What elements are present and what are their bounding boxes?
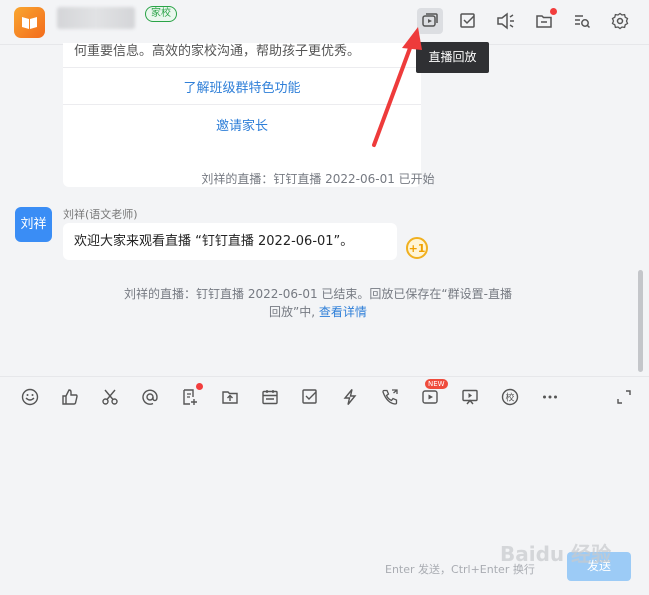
system-message-start: 刘祥的直播：钉钉直播 2022-06-01 已开始 <box>201 172 435 186</box>
live-replay-icon <box>422 13 438 27</box>
school-icon: 校 <box>501 388 519 406</box>
system-end-line2: 回放”中, <box>269 305 316 319</box>
upload-file-button[interactable] <box>219 386 241 408</box>
more-button[interactable] <box>539 386 561 408</box>
screenshot-button[interactable] <box>99 386 121 408</box>
settings-button[interactable] <box>607 8 633 34</box>
school-badge: 家校 <box>145 6 177 22</box>
file-icon <box>536 15 552 28</box>
school-button[interactable]: 校 <box>499 386 521 408</box>
flash-icon <box>343 389 357 405</box>
whiteboard-button[interactable] <box>459 386 481 408</box>
search-history-button[interactable] <box>569 8 595 34</box>
chat-header: 家校 <box>0 0 649 45</box>
message-list[interactable]: 何重要信息。高效的家校沟通，帮助孩子更优秀。 了解班级群特色功能 邀请家长 刘祥… <box>0 43 636 375</box>
notification-dot <box>196 383 203 390</box>
ding-button[interactable] <box>339 386 361 408</box>
system-end-line2-wrap: 回放”中, 查看详情 <box>108 303 528 321</box>
live-replay-button[interactable] <box>417 8 443 34</box>
chat-window: 家校 何重要信息。高效的家校沟通，帮助孩子更优秀。 了解班级群特色功能 邀请家长… <box>0 0 649 595</box>
announcement-button[interactable] <box>493 8 519 34</box>
upload-icon <box>222 391 238 404</box>
notification-dot <box>550 8 557 15</box>
mention-icon <box>142 389 158 405</box>
card-divider <box>63 104 421 105</box>
avatar[interactable]: 刘祥 <box>15 207 52 242</box>
plus-one-icon: +1 <box>406 237 428 259</box>
emoji-icon <box>21 388 39 406</box>
todo-icon <box>302 389 317 404</box>
scissors-icon <box>102 389 118 405</box>
more-icon <box>543 395 557 399</box>
learn-features-link[interactable]: 了解班级群特色功能 <box>63 77 421 96</box>
emoji-button[interactable] <box>19 386 41 408</box>
mention-button[interactable] <box>139 386 161 408</box>
input-toolbar: 校 <box>0 376 649 417</box>
svg-text:校: 校 <box>505 392 514 404</box>
calendar-icon <box>262 390 278 405</box>
expand-icon <box>617 390 631 404</box>
scrollbar[interactable] <box>638 270 643 372</box>
live-replay-tooltip: 直播回放 <box>416 42 489 73</box>
invite-parents-link[interactable]: 邀请家长 <box>63 115 421 134</box>
search-history-icon <box>575 15 591 29</box>
group-avatar[interactable] <box>14 7 45 38</box>
live-icon <box>422 390 438 404</box>
class-group-card: 何重要信息。高效的家校沟通，帮助孩子更优秀。 了解班级群特色功能 邀请家长 <box>63 43 421 187</box>
doc-add-button[interactable] <box>179 383 203 408</box>
watermark: Baidu 经验 <box>500 542 612 566</box>
call-button[interactable] <box>379 386 401 408</box>
book-icon <box>22 17 37 29</box>
calendar-button[interactable] <box>259 386 281 408</box>
live-button[interactable] <box>419 386 441 408</box>
announcement-icon <box>497 12 514 30</box>
group-name <box>57 7 135 29</box>
expand-input-button[interactable] <box>613 386 635 408</box>
plus-one-label: +1 <box>409 242 426 255</box>
card-text: 何重要信息。高效的家校沟通，帮助孩子更优秀。 <box>74 44 361 59</box>
card-divider <box>63 67 421 68</box>
new-badge: NEW <box>425 379 448 389</box>
like-button[interactable] <box>59 386 81 408</box>
file-button[interactable] <box>531 8 557 34</box>
message-bubble[interactable]: 欢迎大家来观看直播 “钉钉直播 2022-06-01”。 <box>63 223 397 260</box>
view-details-link[interactable]: 查看详情 <box>319 305 367 319</box>
settings-icon <box>611 12 629 30</box>
task-button[interactable] <box>455 8 481 34</box>
task-check-icon <box>460 13 475 28</box>
sender-name: 刘祥(语文老师) <box>63 208 138 221</box>
todo-button[interactable] <box>299 386 321 408</box>
system-message-end: 刘祥的直播：钉钉直播 2022-06-01 已结束。回放已保存在“群设置-直播 … <box>108 285 528 321</box>
doc-add-icon <box>183 389 197 405</box>
system-end-line1: 刘祥的直播：钉钉直播 2022-06-01 已结束。回放已保存在“群设置-直播 <box>124 287 512 301</box>
thumbs-up-icon <box>62 389 78 405</box>
plus-one-button[interactable]: +1 <box>405 236 429 264</box>
whiteboard-icon <box>462 389 478 405</box>
call-icon <box>382 389 398 405</box>
